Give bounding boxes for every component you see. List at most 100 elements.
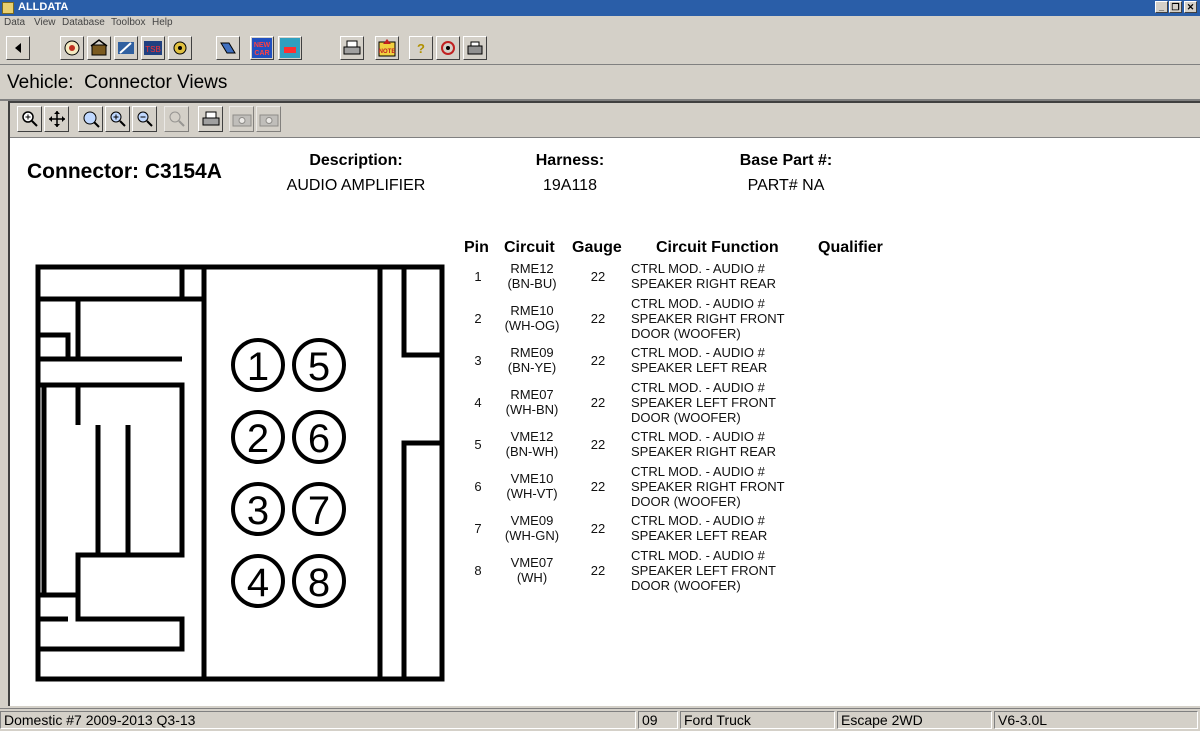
pin-7-label: 7 (308, 489, 330, 533)
zoom-100-button[interactable] (78, 106, 103, 132)
pin-1-label: 1 (247, 345, 269, 389)
connector-view-panel: Connector: C3154A Description: AUDIO AMP… (8, 101, 1200, 706)
maintenance-icon (173, 41, 187, 55)
zoom-fit-icon (110, 111, 126, 127)
connector-content: Connector: C3154A Description: AUDIO AMP… (10, 138, 1200, 706)
pin-6-cavity: 6 (292, 410, 346, 464)
pin-5-cavity: 5 (292, 338, 346, 392)
settings-icon (441, 41, 455, 55)
tsb-button[interactable]: TSB (141, 36, 165, 60)
vehicle-select-button[interactable] (60, 36, 84, 60)
pin-cell: 3 (474, 353, 482, 368)
function-line: SPEAKER RIGHT FRONT (631, 479, 785, 494)
pin-3-cavity: 3 (231, 482, 285, 536)
gauge-cell: 22 (590, 269, 606, 284)
harness-value: 19A118 (543, 177, 597, 194)
zoom-out-button[interactable] (132, 106, 157, 132)
pin-4-cavity: 4 (231, 554, 285, 608)
function-line: CTRL MOD. - AUDIO # (631, 345, 765, 360)
help-button[interactable]: ? (409, 36, 433, 60)
vehicle-label: Vehicle: (7, 72, 74, 93)
new-car-alt-button[interactable] (278, 36, 302, 60)
function-line: SPEAKER LEFT REAR (631, 360, 768, 375)
pin-cell: 2 (474, 311, 482, 326)
settings-button[interactable] (436, 36, 460, 60)
function-line: SPEAKER LEFT REAR (631, 528, 768, 543)
page-name: Connector Views (84, 72, 228, 93)
camera-alt-button[interactable] (256, 106, 281, 132)
gauge-cell: 22 (590, 353, 606, 368)
pin-8-label: 8 (308, 561, 330, 605)
pin-2-label: 2 (247, 417, 269, 461)
menu-view[interactable]: View (34, 17, 56, 28)
new-car-button[interactable]: NEW CAR (250, 36, 274, 60)
circuit-code: VME07 (510, 555, 554, 570)
circuit-code: VME12 (510, 429, 554, 444)
component-button[interactable] (216, 36, 240, 60)
zoom-print-button[interactable] (198, 106, 223, 132)
menu-help[interactable]: Help (152, 17, 173, 28)
svg-text:NOTE: NOTE (379, 49, 396, 55)
circuit-code: RME07 (510, 387, 554, 402)
pin-1-cavity: 1 (231, 338, 285, 392)
function-cell: CTRL MOD. - AUDIO # SPEAKER LEFT REAR (631, 513, 811, 543)
repair-icon (118, 42, 134, 54)
print-icon (202, 111, 219, 126)
menu-toolbox[interactable]: Toolbox (111, 17, 145, 28)
page-title: Vehicle: Connector Views (7, 72, 227, 94)
status-year: 09 (638, 711, 678, 729)
page-header: Vehicle: Connector Views (0, 66, 1200, 101)
minimize-button[interactable]: _ (1155, 1, 1168, 13)
pan-icon (48, 111, 65, 127)
function-line: CTRL MOD. - AUDIO # (631, 464, 765, 479)
circuit-cell: RME12 (BN-BU) (497, 261, 567, 291)
zoom-fit-button[interactable] (105, 106, 130, 132)
menu-database[interactable]: Database (62, 17, 105, 28)
pin-8-cavity: 8 (292, 554, 346, 608)
note-button[interactable]: NOTE (375, 36, 399, 60)
printer-setup-icon (467, 41, 483, 55)
column-header-pin: Pin (464, 239, 489, 256)
function-line: SPEAKER LEFT FRONT (631, 563, 776, 578)
circuit-cell: VME10 (WH-VT) (497, 471, 567, 501)
circuit-color: (BN-BU) (507, 276, 557, 291)
printer-setup-button[interactable] (463, 36, 487, 60)
restore-button[interactable]: ❐ (1169, 1, 1182, 13)
circuit-color: (BN-WH) (505, 444, 559, 459)
menu-bar: Data View Database Toolbox Help (0, 16, 1200, 31)
function-line: SPEAKER RIGHT REAR (631, 276, 776, 291)
status-database: Domestic #7 2009-2013 Q3-13 (0, 711, 636, 729)
circuit-cell: RME10 (WH-OG) (497, 303, 567, 333)
pan-button[interactable] (44, 106, 69, 132)
zoom-in-button[interactable] (17, 106, 42, 132)
gauge-cell: 22 (590, 563, 606, 578)
print-button[interactable] (340, 36, 364, 60)
maintenance-button[interactable] (168, 36, 192, 60)
gauge-cell: 22 (590, 521, 606, 536)
pin-cell: 8 (474, 563, 482, 578)
note-icon: NOTE (378, 39, 396, 57)
circuit-cell: RME07 (WH-BN) (497, 387, 567, 417)
title-bar: ALLDATA _ ❐ ✕ (0, 0, 1200, 16)
function-line: CTRL MOD. - AUDIO # (631, 296, 765, 311)
connector-title: Connector: C3154A (27, 160, 222, 183)
close-button[interactable]: ✕ (1184, 1, 1197, 13)
function-cell: CTRL MOD. - AUDIO # SPEAKER LEFT FRONT DOO… (631, 380, 811, 425)
function-line: SPEAKER RIGHT FRONT (631, 311, 785, 326)
circuit-color: (WH-OG) (504, 318, 560, 333)
circuit-code: VME10 (510, 471, 554, 486)
pin-cell: 5 (474, 437, 482, 452)
camera-button[interactable] (229, 106, 254, 132)
repair-button[interactable] (114, 36, 138, 60)
home-button[interactable] (87, 36, 111, 60)
function-cell: CTRL MOD. - AUDIO # SPEAKER RIGHT FRONT DO… (631, 296, 811, 341)
svg-text:TSB: TSB (145, 45, 161, 54)
menu-data[interactable]: Data (4, 17, 25, 28)
circuit-color: (WH-GN) (504, 528, 560, 543)
zoom-toolbar (10, 103, 1200, 138)
circuit-code: VME09 (510, 513, 554, 528)
back-button[interactable] (6, 36, 30, 60)
zoom-reset-button[interactable] (164, 106, 189, 132)
base-part-label: Base Part #: (739, 152, 833, 169)
pin-cell: 7 (474, 521, 482, 536)
